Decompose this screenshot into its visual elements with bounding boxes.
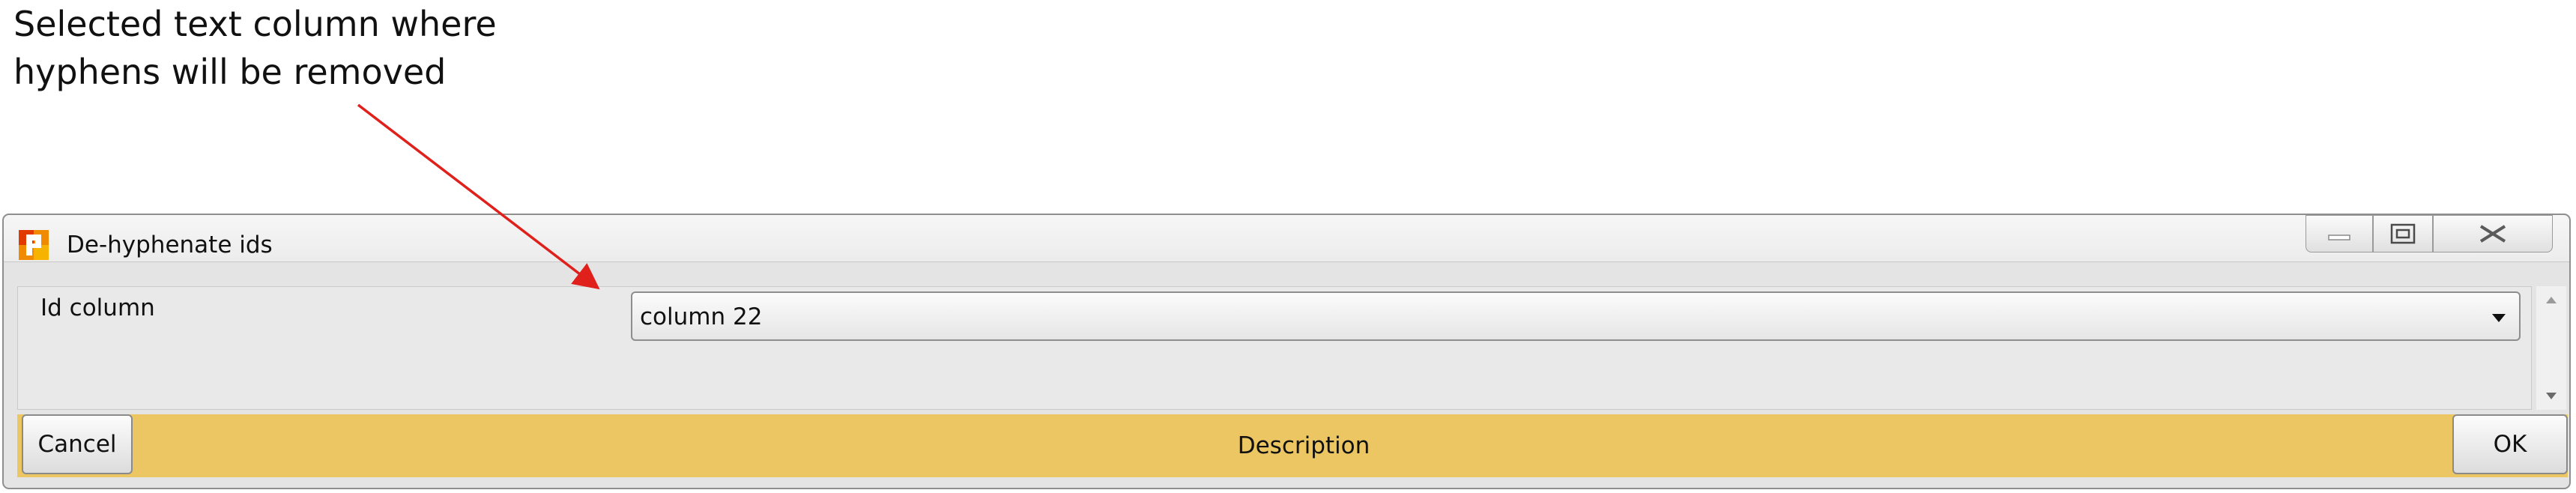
dialog-window: De-hyphenate ids Id column column 22 Des… [2, 214, 2571, 489]
title-bar: De-hyphenate ids [4, 215, 2569, 262]
id-column-dropdown[interactable]: column 22 [631, 291, 2521, 341]
maximize-icon [2390, 223, 2416, 244]
window-controls [2306, 215, 2553, 254]
button-bar: Description Cancel OK [17, 414, 2568, 477]
id-column-label: Id column [40, 294, 155, 321]
app-logo-icon [19, 230, 49, 260]
window-title: De-hyphenate ids [67, 232, 273, 258]
annotation-text: Selected text column where hyphens will … [13, 4, 497, 92]
minimize-button[interactable] [2306, 215, 2373, 252]
vertical-scrollbar[interactable] [2536, 286, 2566, 410]
dropdown-arrow-icon [2492, 314, 2506, 322]
cancel-button[interactable]: Cancel [22, 414, 133, 474]
close-icon [2479, 225, 2506, 243]
scroll-up-icon[interactable] [2546, 297, 2557, 303]
id-column-value: column 22 [640, 303, 763, 330]
form-panel: Id column column 22 [17, 286, 2532, 410]
scroll-down-icon[interactable] [2546, 393, 2557, 399]
close-button[interactable] [2433, 215, 2553, 252]
minimize-icon [2328, 235, 2350, 241]
maximize-button[interactable] [2373, 215, 2433, 252]
description-label[interactable]: Description [17, 432, 2568, 459]
ok-button[interactable]: OK [2452, 414, 2568, 474]
